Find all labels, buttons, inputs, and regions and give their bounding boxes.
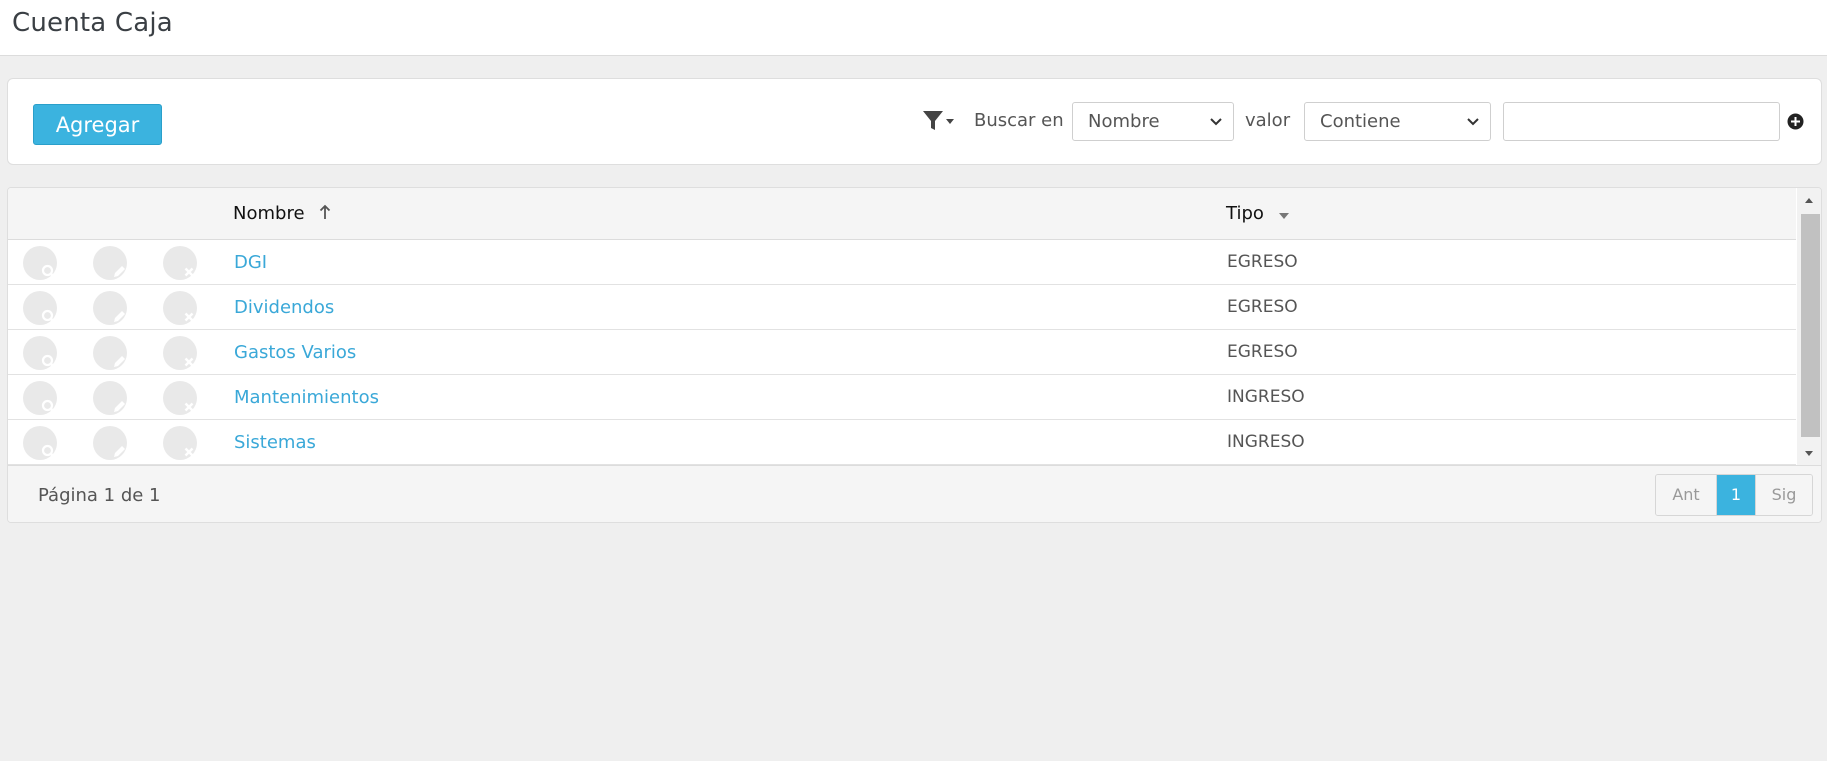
close-icon xyxy=(172,255,194,277)
row-nombre-link[interactable]: Gastos Varios xyxy=(234,342,356,363)
vertical-scrollbar[interactable] xyxy=(1797,188,1821,465)
arrow-up-icon xyxy=(319,204,331,225)
edit-button[interactable] xyxy=(93,381,127,415)
edit-button[interactable] xyxy=(93,246,127,280)
pencil-icon xyxy=(102,390,125,412)
table-row: Sistemas INGRESO xyxy=(8,420,1796,465)
row-tipo: INGRESO xyxy=(1227,432,1305,452)
search-field-value: Nombre xyxy=(1088,111,1160,132)
caret-down-icon[interactable] xyxy=(1278,204,1290,225)
page-info: Página 1 de 1 xyxy=(38,485,161,506)
page-button-current[interactable]: 1 xyxy=(1717,475,1755,515)
edit-button[interactable] xyxy=(93,336,127,370)
search-field-select[interactable]: Nombre xyxy=(1072,102,1234,141)
delete-button[interactable] xyxy=(163,246,197,280)
search-icon xyxy=(32,345,56,369)
value-label: valor xyxy=(1245,110,1291,131)
close-icon xyxy=(172,390,194,412)
column-header-label: Tipo xyxy=(1226,203,1264,224)
grid-header: Nombre Tipo xyxy=(8,188,1796,240)
page-header: Cuenta Caja xyxy=(0,0,1827,56)
delete-button[interactable] xyxy=(163,426,197,460)
search-icon xyxy=(32,255,56,279)
edit-button[interactable] xyxy=(93,291,127,325)
view-button[interactable] xyxy=(23,426,57,460)
delete-button[interactable] xyxy=(163,381,197,415)
delete-button[interactable] xyxy=(163,291,197,325)
row-tipo: INGRESO xyxy=(1227,387,1305,407)
view-button[interactable] xyxy=(23,381,57,415)
add-button[interactable]: Agregar xyxy=(33,104,162,145)
table-row: DGI EGRESO xyxy=(8,240,1796,285)
search-icon xyxy=(32,390,56,414)
view-button[interactable] xyxy=(23,291,57,325)
pencil-icon xyxy=(102,300,125,322)
close-icon xyxy=(172,300,194,322)
table-row: Gastos Varios EGRESO xyxy=(8,330,1796,375)
close-icon xyxy=(172,345,194,367)
column-header-label: Nombre xyxy=(233,203,305,224)
view-button[interactable] xyxy=(23,336,57,370)
pager: Ant 1 Sig xyxy=(1655,474,1813,516)
plus-circle-icon[interactable] xyxy=(1787,113,1804,130)
operator-select[interactable]: Contiene xyxy=(1304,102,1491,141)
row-nombre-link[interactable]: DGI xyxy=(234,252,267,273)
toolbar: Agregar Buscar en Nombre valor Contiene xyxy=(7,78,1822,165)
data-grid: Nombre Tipo DGI EGRESO Dividendos EGRESO Gas… xyxy=(7,187,1822,523)
row-nombre-link[interactable]: Dividendos xyxy=(234,297,334,318)
operator-value: Contiene xyxy=(1320,111,1401,132)
row-tipo: EGRESO xyxy=(1227,252,1298,272)
close-icon xyxy=(172,435,194,457)
scrollbar-thumb[interactable] xyxy=(1801,214,1820,437)
chevron-down-icon xyxy=(1210,118,1222,126)
delete-button[interactable] xyxy=(163,336,197,370)
row-nombre-link[interactable]: Sistemas xyxy=(234,432,316,453)
page-title: Cuenta Caja xyxy=(12,8,173,38)
prev-page-button[interactable]: Ant xyxy=(1656,475,1717,515)
pencil-icon xyxy=(102,435,125,457)
row-tipo: EGRESO xyxy=(1227,342,1298,362)
table-row: Mantenimientos INGRESO xyxy=(8,375,1796,420)
pencil-icon xyxy=(102,255,125,277)
filter-icon[interactable] xyxy=(921,109,957,133)
chevron-down-icon xyxy=(1467,118,1479,126)
row-nombre-link[interactable]: Mantenimientos xyxy=(234,387,379,408)
edit-button[interactable] xyxy=(93,426,127,460)
row-tipo: EGRESO xyxy=(1227,297,1298,317)
search-input[interactable] xyxy=(1503,102,1780,141)
search-icon xyxy=(32,300,56,324)
grid-footer: Página 1 de 1 Ant 1 Sig xyxy=(8,465,1821,522)
next-page-button[interactable]: Sig xyxy=(1755,475,1812,515)
search-icon xyxy=(32,435,56,459)
column-header-tipo[interactable]: Tipo xyxy=(1226,203,1290,225)
column-header-nombre[interactable]: Nombre xyxy=(233,203,331,225)
table-row: Dividendos EGRESO xyxy=(8,285,1796,330)
search-in-label: Buscar en xyxy=(974,110,1064,131)
scroll-up-icon[interactable] xyxy=(1804,197,1814,204)
scroll-down-icon[interactable] xyxy=(1804,450,1814,457)
pencil-icon xyxy=(102,345,125,367)
view-button[interactable] xyxy=(23,246,57,280)
